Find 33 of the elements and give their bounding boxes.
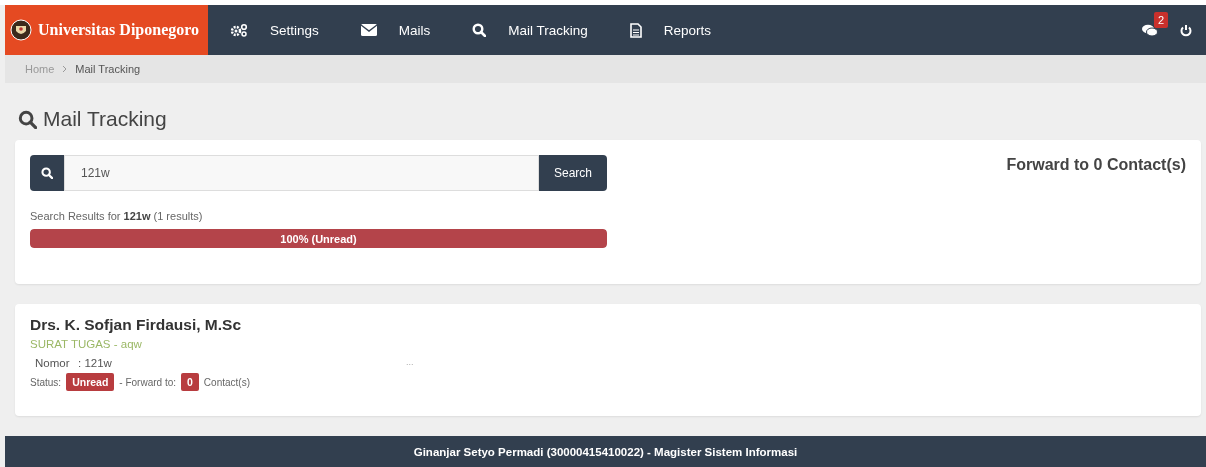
nav-item[interactable]: Settings	[230, 18, 319, 42]
nomor-value: : 121w	[78, 357, 113, 369]
nav-item[interactable]: Mail Tracking	[472, 18, 588, 42]
chat-icon[interactable]	[1142, 23, 1158, 37]
page-title: Mail Tracking	[43, 107, 167, 131]
search-icon	[18, 109, 37, 129]
search-icon	[472, 23, 487, 37]
search-field[interactable]: 121w	[64, 155, 539, 191]
nav-item[interactable]: Reports	[629, 18, 712, 42]
footer: Ginanjar Setyo Permadi (30000415410022) - Magister Sistem Informasi	[5, 436, 1206, 467]
nav-item[interactable]: Mails	[360, 18, 431, 42]
notification-count: 2	[1154, 11, 1169, 28]
forward-label: - Forward to:	[119, 376, 176, 388]
forward-count: 0	[181, 373, 199, 391]
nomor-label: Nomor	[35, 357, 71, 369]
status-label-tag: Unread	[66, 373, 115, 391]
ellipsis-text: ...	[406, 357, 414, 369]
power-icon[interactable]	[1180, 23, 1192, 37]
progress-bar: 100% (Unread)	[30, 229, 607, 248]
forward-heading: Forward to 0 Contact(s)	[1006, 155, 1186, 175]
envelope-icon	[360, 24, 377, 36]
search-button[interactable]: Search	[539, 155, 607, 191]
gears-icon	[230, 23, 248, 37]
chevron-icon	[62, 65, 68, 73]
emblem-icon	[10, 19, 32, 41]
breadcrumb-current: Mail Tracking	[75, 63, 141, 75]
mail-subject: SURAT TUGAS - aqw	[30, 338, 143, 350]
contacts-label: Contact(s)	[203, 376, 250, 388]
sender-name: Drs. K. Sofjan Firdausi, M.Sc	[30, 316, 242, 334]
document-icon	[629, 22, 642, 38]
results-summary: Search Results for 121w (1 results)	[30, 210, 204, 222]
search-icon	[41, 167, 53, 179]
status-label: Status:	[30, 376, 62, 388]
